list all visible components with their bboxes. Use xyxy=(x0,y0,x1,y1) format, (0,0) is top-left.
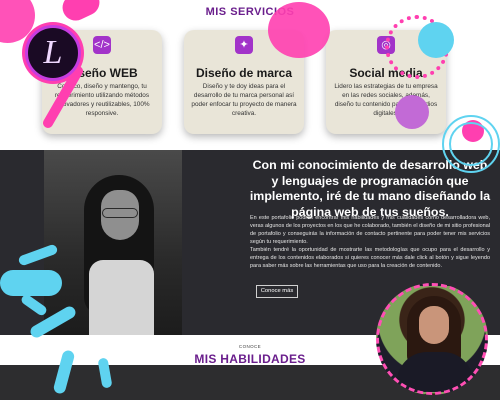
logo-letter: L xyxy=(43,34,63,71)
intro-paragraph: También tendré la oportunidad de mostrar… xyxy=(250,247,490,269)
lightbulb-icon: ✦ xyxy=(235,36,253,54)
portrait-avatar xyxy=(376,283,488,395)
learn-more-button[interactable]: Conoce más xyxy=(256,285,298,298)
portrait-body xyxy=(397,352,473,392)
cyan-blob-decoration xyxy=(0,270,62,296)
purple-circle-decoration xyxy=(395,95,429,129)
photo-glasses xyxy=(102,208,138,218)
pink-circle-decoration xyxy=(268,2,330,58)
photo-shirt xyxy=(89,260,154,335)
intro-text: En este portafolio podrás encontrar mis … xyxy=(250,214,490,270)
code-icon: </> xyxy=(93,36,111,54)
service-card-text: Diseño y te doy ideas para el desarrollo… xyxy=(191,83,297,117)
cyan-ring-decoration xyxy=(449,122,493,166)
intro-paragraph: En este portafolio podrás encontrar mis … xyxy=(250,215,491,245)
portrait-face xyxy=(419,306,449,344)
service-card-title: Diseño de marca xyxy=(195,66,293,80)
cyan-circle-decoration xyxy=(418,22,454,58)
brand-logo[interactable]: L xyxy=(25,25,81,81)
